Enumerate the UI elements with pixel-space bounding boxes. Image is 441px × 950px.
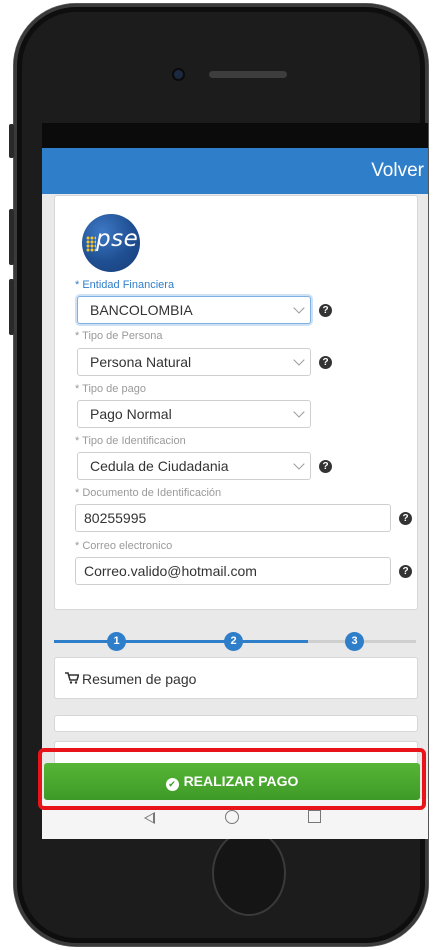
realizar-pago-label: REALIZAR PAGO (183, 773, 299, 789)
tipo-pago-label: * Tipo de pago (75, 383, 146, 395)
tipo-persona-value: Persona Natural (90, 354, 192, 370)
circle-home-icon[interactable] (225, 810, 239, 824)
chevron-down-icon (288, 297, 310, 323)
progress-stepper: 1 2 3 (54, 627, 416, 657)
entidad-label: * Entidad Financiera (75, 279, 175, 291)
step-2: 2 (224, 632, 243, 651)
correo-label: * Correo electronico (75, 540, 173, 552)
pse-logo: pse (82, 214, 140, 272)
entidad-value: BANCOLOMBIA (90, 302, 193, 318)
payment-summary-panel[interactable]: Resumen de pago (54, 657, 418, 699)
phone-screen: Volver pse * Entidad Financiera BANCOLOM… (42, 123, 428, 839)
pse-logo-dots (86, 236, 96, 252)
earpiece-speaker (209, 71, 287, 78)
tipo-identificacion-value: Cedula de Ciudadania (90, 458, 229, 474)
documento-label: * Documento de Identificación (75, 487, 222, 499)
correo-input[interactable]: Correo.valido@hotmail.com (75, 557, 391, 585)
back-link[interactable]: Volver (371, 159, 424, 183)
tipo-pago-select[interactable]: Pago Normal (77, 400, 311, 428)
documento-value: 80255995 (84, 510, 147, 526)
status-bar (42, 123, 428, 148)
chevron-down-icon (288, 349, 310, 375)
front-camera (174, 70, 183, 79)
side-button-silent (9, 124, 14, 158)
realizar-pago-button[interactable]: ✔ REALIZAR PAGO (44, 763, 420, 800)
check-circle-icon: ✔ (165, 778, 179, 791)
question-circle-icon[interactable]: ? (399, 512, 412, 525)
tipo-persona-select[interactable]: Persona Natural (77, 348, 311, 376)
question-circle-icon[interactable]: ? (319, 460, 332, 473)
chevron-down-icon (288, 453, 310, 479)
tipo-identificacion-select[interactable]: Cedula de Ciudadania (77, 452, 311, 480)
collapsed-panel (54, 715, 418, 732)
square-recent-icon[interactable] (308, 810, 321, 823)
app-header: Volver (42, 148, 428, 194)
entidad-select[interactable]: BANCOLOMBIA (77, 296, 311, 324)
question-circle-icon[interactable]: ? (319, 356, 332, 369)
documento-input[interactable]: 80255995 (75, 504, 391, 532)
step-3: 3 (345, 632, 364, 651)
side-button-volume-down (9, 279, 14, 335)
question-circle-icon[interactable]: ? (319, 304, 332, 317)
triangle-back-icon[interactable] (144, 812, 155, 824)
payment-form-card: pse * Entidad Financiera BANCOLOMBIA ? *… (54, 195, 418, 610)
chevron-down-icon (288, 401, 310, 427)
tipo-persona-label: * Tipo de Persona (75, 330, 163, 342)
stepper-line-completed (54, 640, 308, 643)
tipo-identificacion-label: * Tipo de Identificacion (75, 435, 186, 447)
step-1: 1 (107, 632, 126, 651)
question-circle-icon[interactable]: ? (399, 565, 412, 578)
pse-logo-text: pse (96, 226, 139, 252)
correo-value: Correo.valido@hotmail.com (84, 563, 257, 579)
home-button[interactable] (214, 832, 284, 914)
side-button-volume-up (9, 209, 14, 265)
cart-icon (65, 672, 79, 684)
tipo-pago-value: Pago Normal (90, 406, 172, 422)
payment-summary-label: Resumen de pago (82, 671, 197, 687)
